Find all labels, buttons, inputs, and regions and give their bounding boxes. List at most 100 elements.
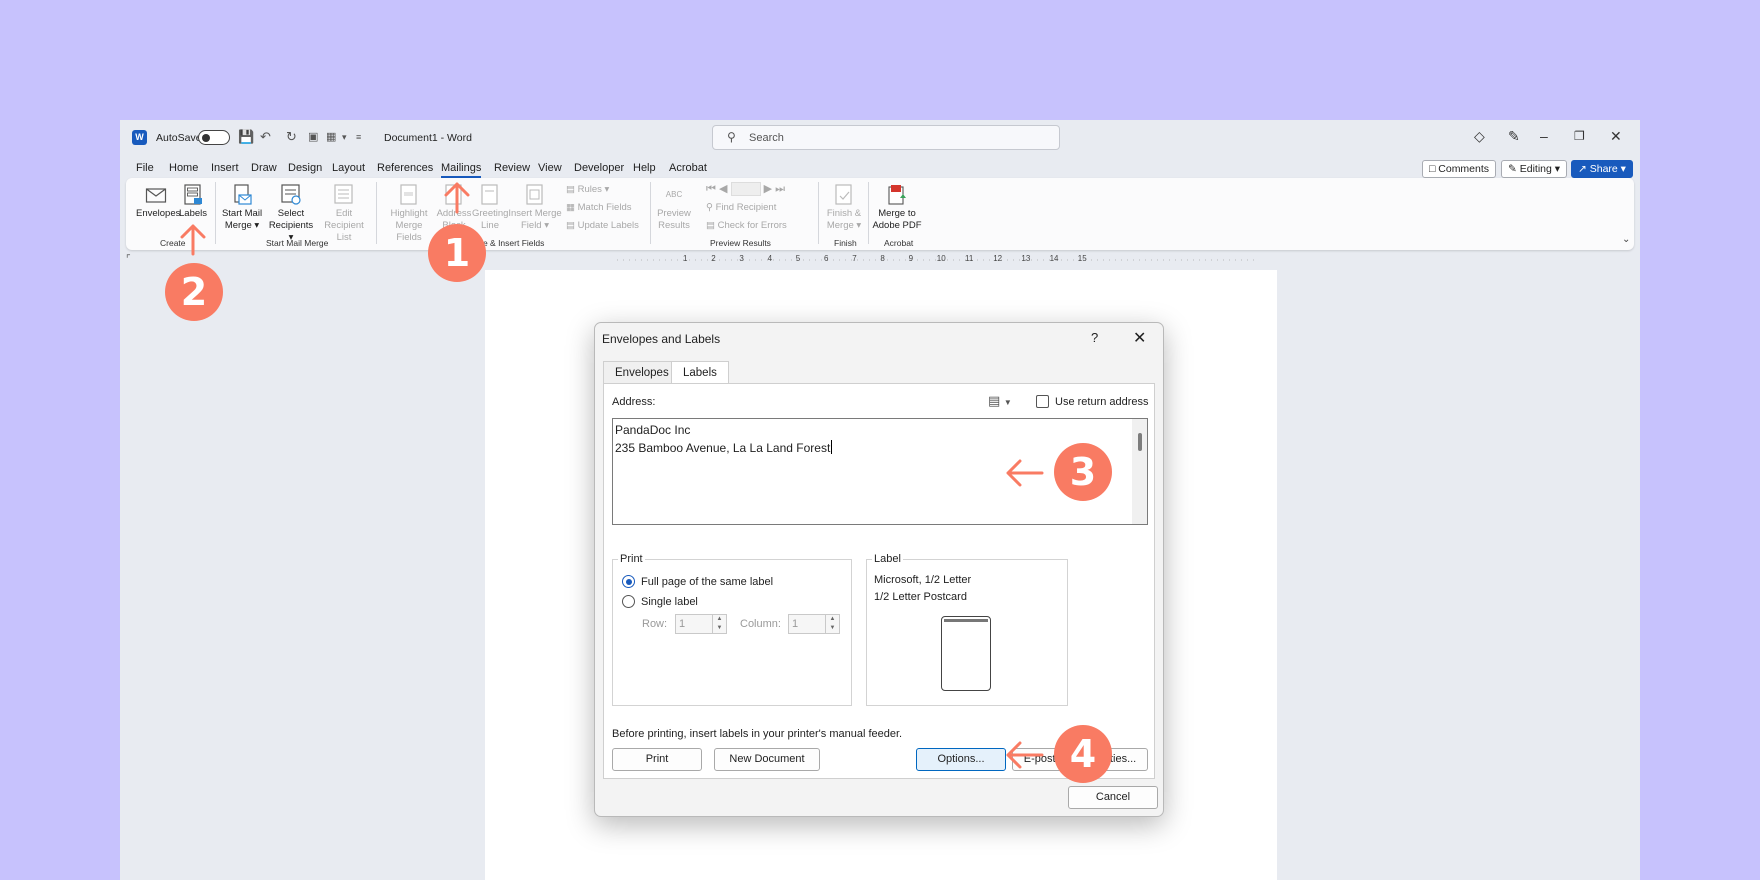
tab-help[interactable]: Help (633, 162, 656, 174)
tab-envelopes[interactable]: Envelopes (603, 361, 681, 383)
full-page-radio[interactable] (622, 575, 635, 588)
tab-design[interactable]: Design (288, 162, 322, 174)
highlight-line1: Highlight (390, 208, 428, 219)
label-vendor: Microsoft, 1/2 Letter (874, 574, 972, 586)
column-stepper[interactable]: 1 ▲ ▼ (788, 614, 840, 634)
collapse-ribbon-icon[interactable]: ⌄ (1622, 234, 1630, 245)
share-button[interactable]: ↗ Share ▾ (1571, 160, 1633, 178)
save-icon[interactable]: 💾 (238, 129, 254, 145)
update-labels-button[interactable]: ▤ Update Labels (566, 220, 639, 231)
tab-home[interactable]: Home (169, 162, 198, 174)
row-stepper-arrows[interactable]: ▲ ▼ (712, 615, 726, 633)
tab-view[interactable]: View (538, 162, 562, 174)
label-legend: Label (872, 553, 903, 565)
undo-icon[interactable]: ↶ (260, 129, 271, 145)
pen-small-icon: ✎ (1508, 163, 1517, 175)
document-title: Document1 - Word (384, 132, 472, 144)
tab-mailings[interactable]: Mailings (441, 162, 482, 178)
labels-button[interactable]: Labels (178, 184, 208, 220)
check-errors-button[interactable]: ▤ Check for Errors (706, 220, 787, 231)
use-return-address-checkbox[interactable] (1036, 395, 1049, 408)
labels-label: Labels (179, 208, 207, 219)
group-finish-label: Finish (834, 238, 857, 248)
pen-icon[interactable]: ✎ (1508, 128, 1520, 145)
last-record-icon[interactable]: ⏭ (775, 183, 785, 195)
insert-merge-line1: Insert Merge (508, 208, 562, 219)
labels-icon (184, 184, 202, 205)
close-icon[interactable]: ✕ (1610, 128, 1622, 145)
ruler-number: 13 (1021, 254, 1031, 263)
help-button[interactable]: ? (1091, 330, 1098, 345)
arrow-left-options-icon (1006, 741, 1044, 769)
comments-label: Comments (1438, 163, 1490, 175)
finish-merge-button[interactable]: Finish & Merge ▾ (824, 184, 864, 232)
comments-button[interactable]: □ Comments (1422, 160, 1497, 178)
previous-record-icon[interactable]: ◀ (719, 183, 727, 195)
customize-qat-icon[interactable]: ≡ (356, 132, 361, 142)
insert-merge-field-button[interactable]: Insert Merge Field ▾ (508, 184, 562, 232)
tab-draw[interactable]: Draw (251, 162, 277, 174)
highlight-merge-fields-button[interactable]: Highlight Merge Fields (382, 184, 436, 244)
text-box-icon[interactable]: ▣ (308, 130, 318, 143)
next-record-icon[interactable]: ▶ (764, 183, 772, 195)
redo-icon[interactable]: ↻ (286, 129, 297, 145)
record-number-input[interactable] (730, 182, 761, 197)
rules-button[interactable]: ▤ Rules ▾ (566, 184, 609, 195)
merge-to-pdf-button[interactable]: Merge to Adobe PDF (872, 184, 922, 232)
menu-bar: File Home Insert Draw Design Layout Refe… (120, 156, 1640, 180)
tab-insert[interactable]: Insert (211, 162, 239, 174)
callout-3: 3 (1054, 443, 1112, 501)
column-stepper-arrows[interactable]: ▲ ▼ (825, 615, 839, 633)
group-acrobat-label: Acrobat (884, 238, 914, 248)
tab-labels-label: Labels (683, 367, 717, 379)
cancel-button[interactable]: Cancel (1068, 786, 1158, 809)
search-input[interactable]: ⚲ Search (712, 125, 1060, 150)
tab-layout[interactable]: Layout (332, 162, 365, 174)
finish-line1: Finish & (826, 208, 862, 219)
tab-acrobat[interactable]: Acrobat (669, 162, 707, 174)
scrollbar-thumb[interactable] (1138, 433, 1142, 451)
preview-results-button[interactable]: ABC Preview Results (656, 184, 692, 232)
dialog-close-icon[interactable]: ✕ (1133, 328, 1146, 348)
minimize-icon[interactable]: – (1540, 128, 1548, 144)
tab-developer[interactable]: Developer (574, 162, 624, 174)
table-icon[interactable]: ▦ (326, 130, 336, 143)
match-fields-button[interactable]: ▦ Match Fields (566, 202, 631, 213)
autosave-toggle[interactable] (198, 130, 230, 145)
options-button[interactable]: Options... (916, 748, 1006, 771)
address-scrollbar[interactable] (1132, 419, 1147, 524)
ribbon-separator (868, 182, 869, 244)
edit-recipient-list-button[interactable]: Edit Recipient List (316, 184, 372, 244)
group-preview-results-label: Preview Results (710, 238, 771, 248)
chevron-down-icon[interactable]: ▾ (342, 132, 347, 143)
callout-2: 2 (165, 263, 223, 321)
print-button[interactable]: Print (612, 748, 702, 771)
tab-review[interactable]: Review (494, 162, 530, 174)
merge-pdf-line2: Adobe PDF (872, 220, 922, 231)
first-record-icon[interactable]: ⏮ (706, 183, 716, 195)
tab-file[interactable]: File (136, 162, 154, 174)
restore-icon[interactable]: ❐ (1574, 129, 1585, 143)
find-recipient-button[interactable]: ⚲ Find Recipient (706, 202, 776, 213)
greeting-line-button[interactable]: Greeting Line (472, 184, 508, 232)
print-fieldset: Print Full page of the same label Single… (612, 553, 852, 706)
row-stepper[interactable]: 1 ▲ ▼ (675, 614, 727, 634)
editing-button[interactable]: ✎ Editing ▾ (1501, 160, 1568, 178)
ruler-number: 2 (711, 254, 716, 263)
pdf-merge-icon (888, 185, 906, 205)
dialog-title: Envelopes and Labels (602, 332, 721, 346)
label-fieldset[interactable]: Label Microsoft, 1/2 Letter 1/2 Letter P… (866, 553, 1068, 706)
new-document-button[interactable]: New Document (714, 748, 820, 771)
comment-icon: □ (1429, 163, 1436, 175)
envelopes-button[interactable]: Envelopes (136, 184, 180, 220)
tab-references[interactable]: References (377, 162, 433, 174)
tab-labels[interactable]: Labels (671, 361, 729, 383)
select-recipients-button[interactable]: Select Recipients ▾ (266, 184, 316, 244)
ruler-number: 12 (993, 254, 1003, 263)
address-book-icon[interactable]: ▤ ▼ (988, 393, 1012, 409)
diamond-icon[interactable]: ◇ (1474, 128, 1485, 145)
single-label-radio[interactable] (622, 595, 635, 608)
start-mail-merge-button[interactable]: Start Mail Merge ▾ (220, 184, 264, 232)
ruler-numbers: 1 2 3 4 5 6 7 8 9 10 11 12 13 14 15 (120, 254, 1640, 264)
column-value: 1 (792, 618, 799, 630)
